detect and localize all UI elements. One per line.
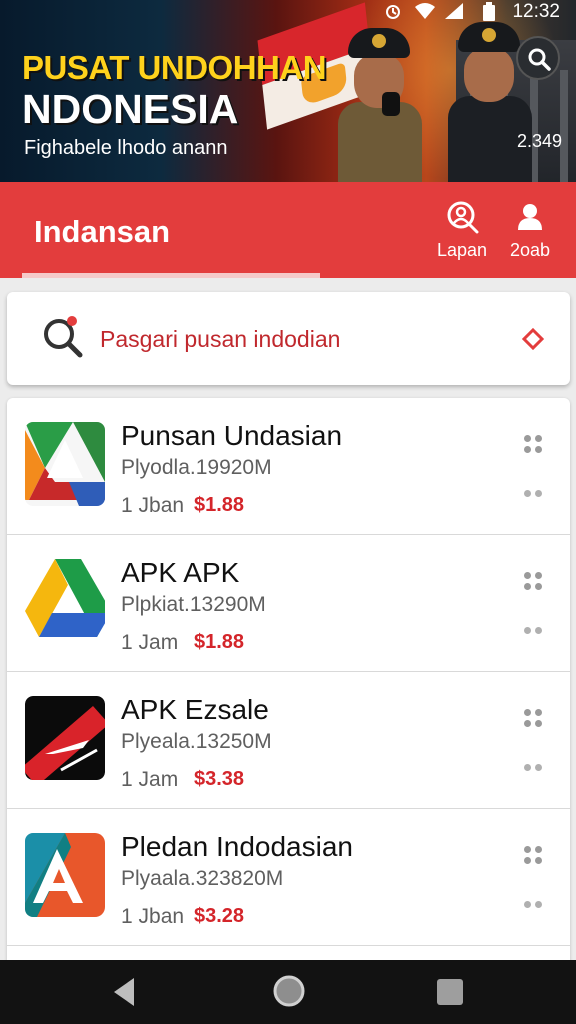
search-input[interactable]: Pasgari pusan indodian	[100, 326, 340, 353]
app-time: 1 Jam	[121, 768, 179, 791]
tab-indicator	[22, 273, 320, 278]
search-icon	[41, 314, 85, 363]
profile-icon	[518, 204, 542, 230]
overflow-icon[interactable]	[521, 764, 545, 772]
lapan-button[interactable]: Lapan	[430, 200, 494, 261]
app-meta: Plyeala.13250M	[121, 730, 272, 753]
promo-banner[interactable]: 12:32 PUSAT UNDOHHAN NDONESIA Fighabele …	[0, 0, 576, 182]
lapan-label: Lapan	[436, 240, 488, 260]
banner-count: 2.349	[516, 131, 562, 151]
more-options-icon[interactable]	[521, 432, 545, 456]
app-bar: Indansan Lapan 2oab	[0, 182, 576, 278]
banner-search-button[interactable]	[516, 36, 560, 80]
search-icon	[528, 48, 551, 71]
app-price: $3.38	[194, 768, 245, 790]
app-meta: Plyaala.323820M	[121, 867, 284, 890]
app-title: Indansan	[34, 214, 171, 249]
app-list: Punsan Undasian Plyodla.19920M 1 Jban $1…	[7, 398, 570, 968]
app-price: $3.28	[194, 905, 245, 927]
microphone-image	[382, 92, 400, 116]
more-options-icon[interactable]	[521, 843, 545, 867]
app-name: APK Ezsale	[121, 694, 269, 725]
profile-label: 2oab	[509, 240, 551, 260]
app-name: APK APK	[121, 557, 240, 588]
profile-button[interactable]: 2oab	[498, 200, 562, 261]
back-icon[interactable]	[110, 976, 138, 1013]
recents-icon[interactable]	[436, 978, 464, 1011]
alarm-icon	[384, 2, 402, 26]
list-item[interactable]: Pledan Indodasian Plyaala.323820M 1 Jban…	[7, 809, 570, 946]
overflow-icon[interactable]	[521, 490, 545, 498]
drive-triangle-icon	[25, 559, 105, 643]
overflow-icon[interactable]	[521, 901, 545, 909]
status-time: 12:32	[512, 1, 560, 22]
more-options-icon[interactable]	[521, 569, 545, 593]
app-time: 1 Jban	[121, 905, 185, 928]
app-meta: Plyodla.19920M	[121, 456, 272, 479]
app-price: $1.88	[194, 494, 245, 516]
app-name: Punsan Undasian	[121, 420, 343, 451]
wifi-icon	[414, 2, 436, 26]
search-bar[interactable]: Pasgari pusan indodian	[7, 292, 570, 385]
officer-figure	[338, 28, 422, 182]
ezsale-icon	[25, 696, 105, 780]
battery-icon	[482, 2, 496, 28]
app-name: Pledan Indodasian	[121, 831, 353, 862]
app-meta: Plpkiat.13290M	[121, 593, 266, 616]
list-item[interactable]: APK APK Plpkiat.13290M 1 Jam $1.88	[7, 535, 570, 672]
home-icon[interactable]	[272, 974, 306, 1013]
navigation-bar	[0, 960, 576, 1024]
status-bar: 12:32	[0, 0, 576, 24]
banner-subtitle: Fighabele lhodo anann	[24, 137, 228, 159]
diamond-icon[interactable]	[521, 327, 545, 355]
overflow-icon[interactable]	[521, 627, 545, 635]
app-price: $1.88	[194, 631, 245, 653]
list-item[interactable]: Punsan Undasian Plyodla.19920M 1 Jban $1…	[7, 398, 570, 535]
drive-style-icon	[25, 422, 105, 506]
app-time: 1 Jban	[121, 494, 185, 517]
list-item[interactable]: APK Ezsale Plyeala.13250M 1 Jam $3.38	[7, 672, 570, 809]
letter-a-icon	[25, 833, 105, 917]
banner-title: PUSAT UNDOHHAN	[22, 49, 327, 86]
more-options-icon[interactable]	[521, 706, 545, 730]
app-time: 1 Jam	[121, 631, 179, 654]
banner-title-line2: NDONESIA	[22, 86, 239, 132]
signal-icon	[444, 2, 464, 26]
search-icon	[447, 201, 479, 234]
